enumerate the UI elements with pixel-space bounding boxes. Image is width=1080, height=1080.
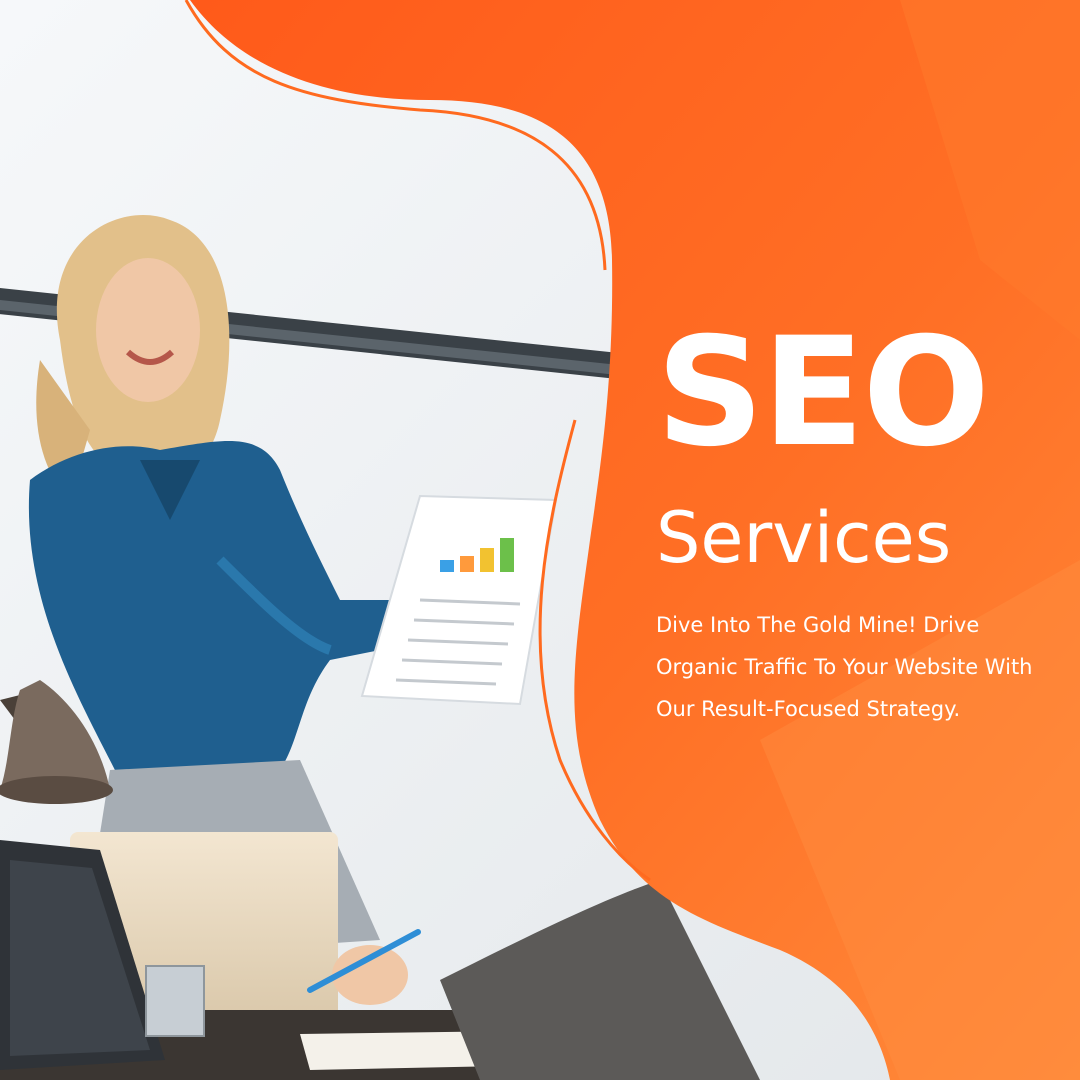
poster-canvas: SEO Services Dive Into The Gold Mine! Dr…: [0, 0, 1080, 1080]
tagline-text: Dive Into The Gold Mine! Drive Organic T…: [656, 613, 1033, 721]
headline-subtitle: Services: [656, 497, 952, 579]
headline-title: SEO: [656, 306, 990, 480]
